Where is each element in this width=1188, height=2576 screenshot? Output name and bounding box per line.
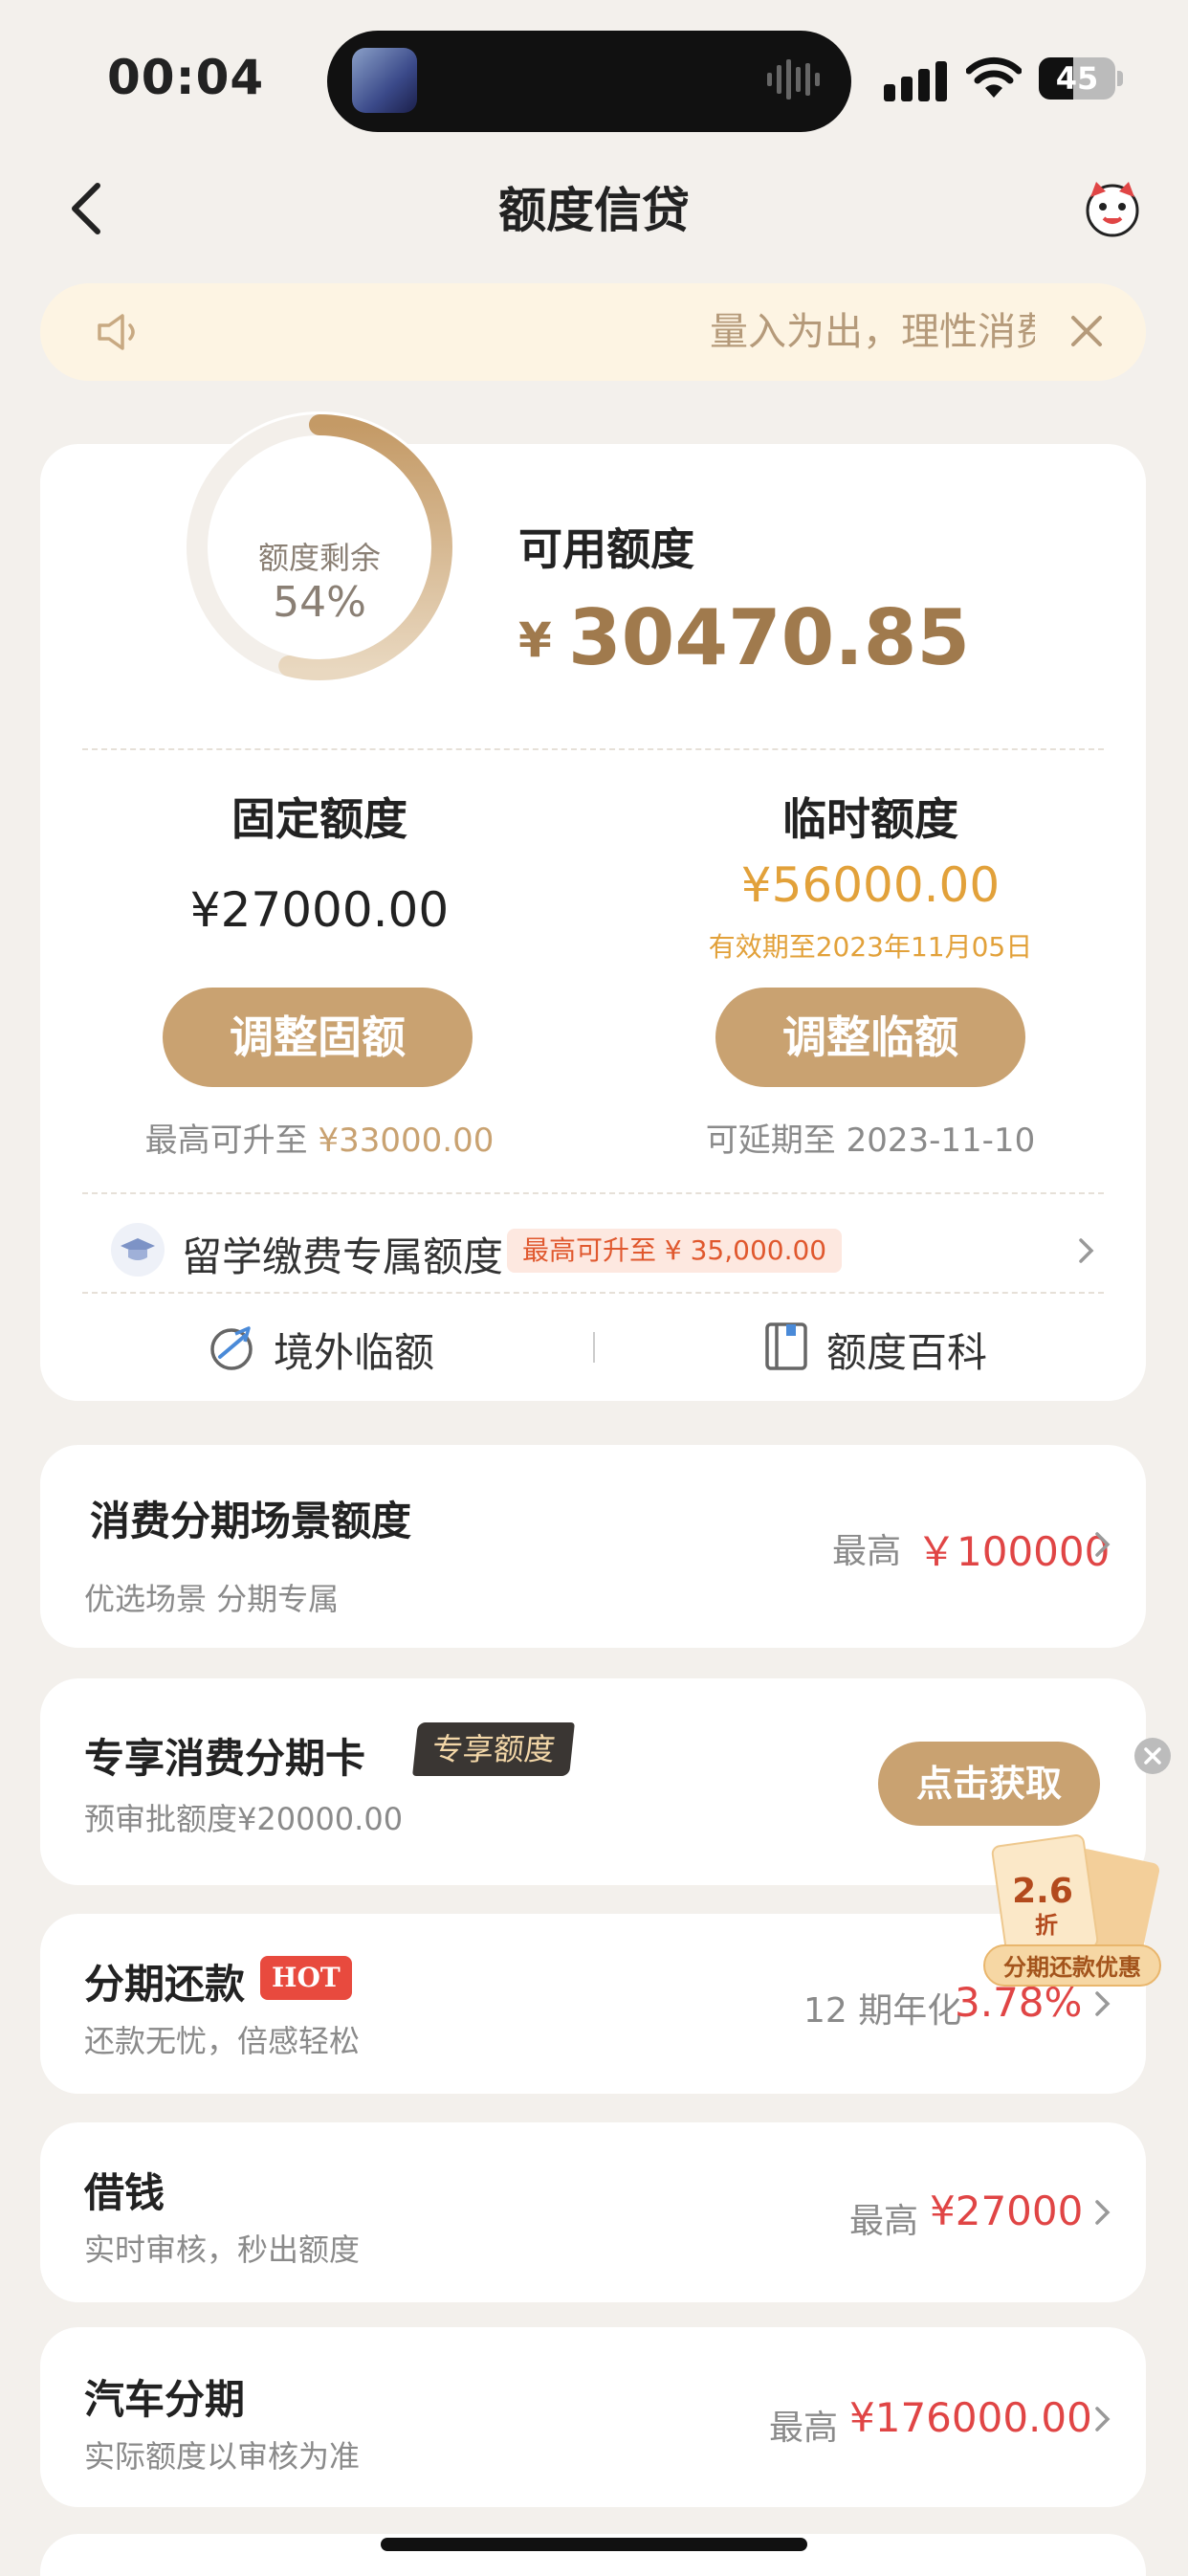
- cellular-signal-icon: [884, 61, 947, 101]
- study-abroad-credit-label[interactable]: 留学缴费专属额度: [182, 1225, 503, 1283]
- promo-discount-unit: 折: [1035, 1912, 1058, 1939]
- graduation-cap-icon: [111, 1223, 165, 1277]
- row-subtitle: 预审批额度¥20000.00: [84, 1801, 404, 1837]
- credit-wiki-link[interactable]: 额度百科: [826, 1321, 987, 1379]
- row-value: ￥100000: [916, 1528, 1111, 1575]
- row-subtitle: 还款无忧，倍感轻松: [84, 2023, 361, 2059]
- chevron-right-icon: [1095, 2200, 1111, 2225]
- row-subtitle: 实时审核，秒出额度: [84, 2232, 361, 2268]
- notice-text: 量入为出，理性消费: [710, 310, 1035, 354]
- fixed-credit-max-prefix: 最高可升至: [144, 1121, 308, 1160]
- row-max-prefix: 最高: [849, 2202, 919, 2241]
- battery-icon: 45: [1039, 57, 1123, 100]
- available-credit-value: 30470.85: [568, 593, 971, 682]
- temp-credit-validity: 有效期至2023年11月05日: [708, 931, 1033, 963]
- speaker-icon: [98, 314, 135, 350]
- promo-label[interactable]: 分期还款优惠: [983, 1944, 1161, 1987]
- adjust-fixed-credit-button[interactable]: 调整固额: [163, 988, 473, 1087]
- divider: [82, 1292, 1104, 1294]
- row-max-prefix: 最高: [769, 2409, 839, 2448]
- wifi-icon: [966, 56, 1022, 98]
- row-subtitle: 实际额度以审核为准: [84, 2438, 361, 2475]
- chevron-right-icon: [1095, 1532, 1111, 1557]
- row-value: ¥176000.00: [849, 2394, 1092, 2441]
- ring-percent: 54%: [273, 578, 366, 627]
- close-icon[interactable]: [1134, 1738, 1171, 1774]
- home-indicator[interactable]: [381, 2538, 807, 2551]
- chevron-right-icon: [1095, 1991, 1111, 2016]
- notice-banner[interactable]: 量入为出，理性消费: [40, 283, 1146, 381]
- fixed-credit-value: ¥27000.00: [189, 882, 450, 938]
- row-title: 消费分期场景额度: [90, 1498, 412, 1544]
- row-title: 专享消费分期卡: [84, 1735, 366, 1782]
- row-subtitle: 优选场景 分期专属: [84, 1581, 340, 1617]
- temp-credit-value: ¥56000.00: [740, 857, 1001, 913]
- promo-discount: 2.6: [1012, 1872, 1073, 1911]
- chevron-right-icon: [1095, 2407, 1111, 2432]
- audio-wave-icon: [767, 59, 820, 100]
- get-card-button[interactable]: 点击获取: [878, 1742, 1100, 1826]
- currency-symbol: ¥: [518, 612, 552, 668]
- available-credit-label: 可用额度: [518, 523, 694, 575]
- study-abroad-max-badge: 最高可升至 ¥ 35,000.00: [507, 1229, 843, 1273]
- row-value: ¥27000: [930, 2187, 1084, 2234]
- divider: [82, 748, 1104, 750]
- battery-level: 45: [1055, 60, 1099, 97]
- fixed-credit-max-value: ¥33000.00: [318, 1121, 495, 1160]
- exclusive-credit-badge: 专享额度: [412, 1722, 575, 1776]
- overseas-credit-icon[interactable]: [207, 1322, 256, 1372]
- fixed-credit-label: 固定额度: [231, 793, 407, 845]
- status-time: 00:04: [107, 50, 265, 105]
- temp-credit-extend: 可延期至 2023-11-10: [705, 1121, 1036, 1160]
- overseas-temp-credit-link[interactable]: 境外临额: [274, 1321, 434, 1379]
- page-title: 额度信贷: [498, 183, 690, 238]
- close-icon[interactable]: [1067, 312, 1106, 350]
- adjust-temp-credit-button[interactable]: 调整临额: [715, 988, 1025, 1087]
- separator: [593, 1332, 595, 1363]
- divider: [82, 1192, 1104, 1194]
- book-icon[interactable]: [763, 1321, 809, 1372]
- chevron-right-icon[interactable]: [1077, 1236, 1096, 1265]
- row-rate-prefix: 12 期年化: [803, 1991, 962, 2031]
- mascot-assistant-icon[interactable]: [1081, 178, 1144, 237]
- hot-badge: HOT: [260, 1956, 352, 2000]
- ring-label: 额度剩余: [257, 540, 381, 576]
- fixed-credit-max: 最高可升至 ¥33000.00: [80, 1114, 559, 1161]
- temp-credit-label: 临时额度: [782, 793, 958, 845]
- row-title: 借钱: [84, 2169, 165, 2216]
- row-title: 分期还款: [84, 1961, 246, 2008]
- now-playing-thumbnail: [352, 48, 417, 113]
- row-title: 汽车分期: [84, 2376, 246, 2423]
- row-max-prefix: 最高: [832, 1532, 902, 1571]
